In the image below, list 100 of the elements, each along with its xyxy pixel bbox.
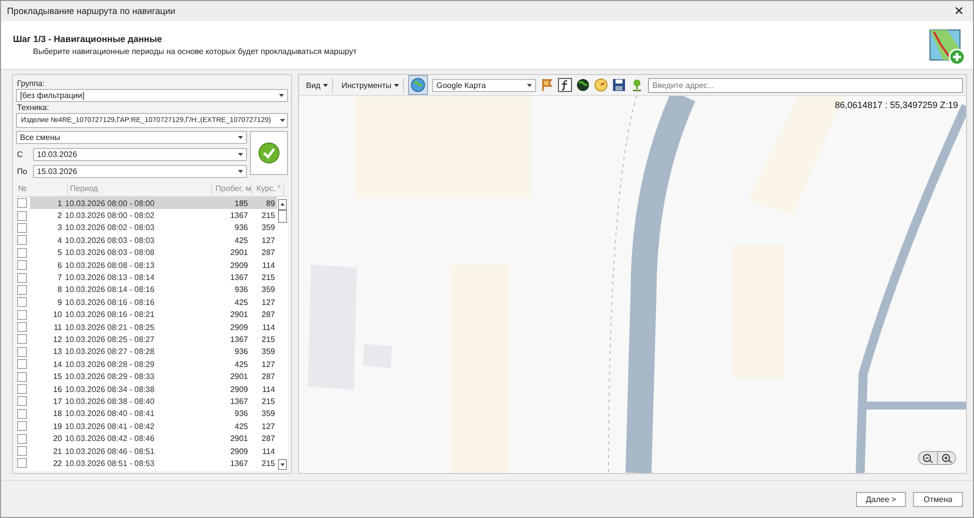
table-cell-text: 2901 [229,434,248,444]
table-cell-text: 10.03.2026 08:46 - 08:51 [65,446,156,456]
table-cell-text: 1 [56,198,63,208]
row-checkbox[interactable] [17,458,27,468]
caret-icon [238,136,244,139]
table-cell-text: 936 [234,409,248,418]
row-checkbox[interactable] [17,272,27,283]
table-row[interactable]: 7 10.03.2026 08:13 - 08:14 1367 215 [16,271,277,284]
table-cell-text: 1367 [229,396,248,406]
row-checkbox[interactable] [17,222,27,233]
group-dropdown[interactable]: [без фильтрации] [16,89,288,102]
row-checkbox[interactable] [17,384,27,394]
row-checkbox[interactable] [17,359,27,370]
table-cell-text: 10.03.2026 08:03 - 08:08 [65,248,156,258]
row-checkbox[interactable] [17,284,27,295]
row-checkbox[interactable] [17,446,27,456]
table-row[interactable]: 6 10.03.2026 08:08 - 08:13 2909 114 [16,258,277,272]
table-cell-text: 359 [260,285,275,294]
table-cell-text: 1367 [229,211,248,220]
row-checkbox[interactable] [17,297,27,308]
table-row[interactable]: 10 10.03.2026 08:16 - 08:21 2901 287 [16,308,277,321]
table-row[interactable]: 22 10.03.2026 08:51 - 08:53 1367 215 [16,457,277,470]
table-cell-text: 215 [260,334,275,344]
table-row[interactable]: 1 10.03.2026 08:00 - 08:00 185 89 [16,197,277,210]
row-checkbox[interactable] [17,235,27,246]
table-row[interactable]: 14 10.03.2026 08:28 - 08:29 425 127 [16,358,277,370]
save-icon[interactable] [612,78,626,92]
cancel-button[interactable]: Отмена [913,492,963,506]
tools-menu[interactable]: Инструменты [337,78,404,92]
row-checkbox[interactable] [17,334,27,344]
table-row[interactable]: 15 10.03.2026 08:29 - 08:33 2901 287 [16,370,277,383]
table-row[interactable]: 17 10.03.2026 08:38 - 08:40 1367 215 [16,395,277,408]
table-row[interactable]: 5 10.03.2026 08:03 - 08:08 2901 287 [16,246,277,259]
table-cell-text: 4 [56,236,63,245]
caret-icon [323,84,328,87]
table-row[interactable]: 19 10.03.2026 08:41 - 08:42 425 127 [16,420,277,432]
table-cell-text: 425 [234,422,248,431]
table-row[interactable]: 13 10.03.2026 08:27 - 08:28 936 359 [16,346,277,358]
next-button[interactable]: Далее > [856,492,906,506]
table-cell-text: 1367 [229,458,248,468]
to-date-field[interactable]: 15.03.2026 [33,165,248,178]
gauge-icon[interactable] [594,78,608,92]
table-row[interactable]: 20 10.03.2026 08:42 - 08:46 2901 287 [16,432,277,445]
row-checkbox[interactable] [17,372,27,382]
window-title: Прокладывание наршрута по навигации [7,6,176,16]
table-row[interactable]: 8 10.03.2026 08:14 - 08:16 936 359 [16,284,277,296]
scrollbar-thumb[interactable] [278,210,287,223]
table-row[interactable]: 11 10.03.2026 08:21 - 08:25 2909 114 [16,320,277,334]
table-cell-text: 10 [52,310,63,320]
scroll-down-icon[interactable] [278,459,287,470]
table-cell-text: 89 [265,198,275,208]
row-checkbox[interactable] [17,310,27,320]
earth-icon[interactable] [576,78,590,92]
row-checkbox[interactable] [17,260,27,270]
view-menu[interactable]: Вид [302,78,334,92]
map-provider-dropdown[interactable]: Google Карта [432,78,536,92]
caret-icon [527,84,532,86]
row-checkbox[interactable] [17,421,27,432]
shift-dropdown[interactable]: Все смены [16,131,248,144]
table-row[interactable]: 18 10.03.2026 08:40 - 08:41 936 359 [16,408,277,420]
table-cell-text: 16 [52,384,63,394]
table-cell-text: 359 [260,409,275,418]
table-cell-text: 287 [260,248,275,258]
row-checkbox[interactable] [17,198,27,208]
table-row[interactable]: 9 10.03.2026 08:16 - 08:16 425 127 [16,296,277,309]
close-button[interactable]: ✕ [945,1,973,21]
table-cell-text: 10.03.2026 08:51 - 08:53 [65,458,156,468]
table-cell-text: 10.03.2026 08:14 - 08:16 [65,285,156,294]
function-icon[interactable] [558,78,572,92]
table-cell-text: 8 [56,285,63,294]
row-checkbox[interactable] [17,248,27,258]
table-row[interactable]: 21 10.03.2026 08:46 - 08:51 2909 114 [16,444,277,458]
from-label: С [16,150,24,159]
table-cell-text: 6 [56,260,63,270]
globe-icon[interactable] [408,75,428,95]
table-row[interactable]: 12 10.03.2026 08:25 - 08:27 1367 215 [16,333,277,346]
row-checkbox[interactable] [17,346,27,357]
table-row[interactable]: 3 10.03.2026 08:02 - 08:03 936 359 [16,222,277,234]
table-cell-text: 3 [56,223,63,232]
apply-button[interactable] [250,131,288,175]
table-row[interactable]: 16 10.03.2026 08:34 - 08:38 2909 114 [16,382,277,396]
table-cell-text: 10.03.2026 08:13 - 08:14 [65,273,156,282]
table-cell-text: 10.03.2026 08:42 - 08:46 [65,434,156,444]
table-row[interactable]: 2 10.03.2026 08:00 - 08:02 1367 215 [16,209,277,222]
zoom-in-button[interactable] [937,452,955,464]
row-checkbox[interactable] [17,408,27,419]
row-checkbox[interactable] [17,434,27,444]
table-cell-text: 2901 [229,310,248,320]
vehicle-label: Техника: [17,103,50,112]
table-cell-text: 2909 [229,322,248,332]
row-checkbox[interactable] [17,396,27,406]
table-cell-text: 114 [261,322,275,332]
table-cell-text: 2909 [229,384,248,394]
scroll-up-icon[interactable] [278,199,287,210]
from-date-field[interactable]: 10.03.2026 [33,148,248,161]
address-search-field[interactable]: Введите адрес... [648,78,963,92]
table-row[interactable]: 4 10.03.2026 08:03 - 08:03 425 127 [16,234,277,247]
row-checkbox[interactable] [17,322,27,332]
row-checkbox[interactable] [17,210,27,221]
table-cell-text: 21 [52,446,63,456]
